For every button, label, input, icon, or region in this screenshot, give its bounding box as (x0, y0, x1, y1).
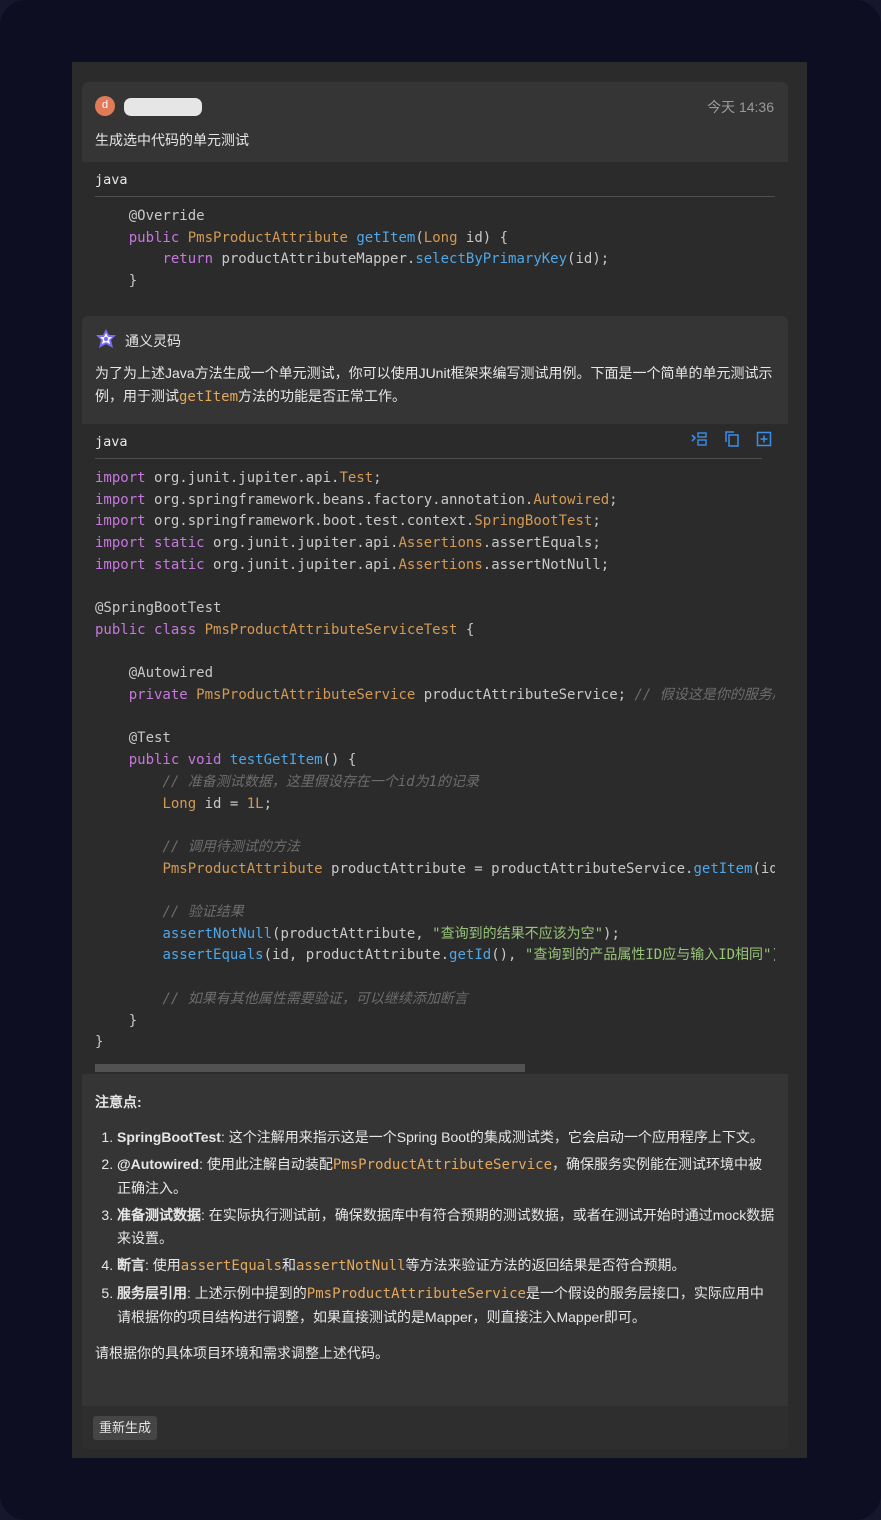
note-item: 准备测试数据: 在实际执行测试前，确保数据库中有符合预期的测试数据，或者在测试开… (117, 1204, 775, 1250)
user-code-content: @Override public PmsProductAttribute get… (128, 208, 610, 290)
user-prompt-text: 生成选中代码的单元测试 (95, 132, 249, 148)
note-text: : 上述示例中提到的 (187, 1285, 307, 1301)
note-bold: 服务层引用 (117, 1285, 187, 1301)
note-text: : 在实际执行测试前，确保数据库中有符合预期的测试数据，或者在测试开始时通过mo… (117, 1207, 775, 1246)
note-inline-code: assertEquals (180, 1258, 282, 1274)
code-header-divider (95, 458, 762, 459)
message-timestamp: 今天 14:36 (707, 99, 774, 115)
message-action-bar: 重新生成 (82, 1406, 788, 1449)
assistant-intro-text: 为了为上述Java方法生成一个单元测试，你可以使用JUnit框架来编写测试用例。… (95, 362, 775, 408)
note-item: SpringBootTest: 这个注解用来指示这是一个Spring Boot的… (117, 1126, 775, 1149)
code-toolbar (680, 430, 773, 453)
note-text: 和 (281, 1257, 296, 1273)
note-bold: 准备测试数据 (117, 1207, 201, 1223)
code-language-label: java (95, 172, 128, 188)
note-item: @Autowired: 使用此注解自动装配PmsProductAttribute… (117, 1153, 775, 1200)
note-inline-code: PmsProductAttributeService (332, 1157, 553, 1173)
note-text: : 使用 (145, 1257, 181, 1273)
note-bold: @Autowired (117, 1156, 200, 1172)
note-text: 等方法来验证方法的返回结果是否符合预期。 (405, 1257, 686, 1273)
insert-icon[interactable] (690, 430, 708, 448)
code-language-label: java (95, 434, 128, 450)
intro-text-suffix: 方法的功能是否正常工作。 (238, 387, 407, 404)
scrollbar-thumb[interactable] (95, 1064, 525, 1072)
notes-title: 注意点: (95, 1094, 142, 1110)
user-code-block: java @Override public PmsProductAttribut… (82, 162, 788, 304)
note-bold: SpringBootTest (117, 1129, 221, 1145)
notes-section: 注意点: SpringBootTest: 这个注解用来指示这是一个Spring … (95, 1092, 775, 1363)
copy-icon[interactable] (723, 430, 741, 448)
assistant-code-content: import org.junit.jupiter.api.Test; impor… (95, 470, 775, 1051)
note-text: : 使用此注解自动装配 (199, 1156, 333, 1172)
note-bold: 断言 (117, 1257, 145, 1273)
user-avatar: d (95, 96, 115, 116)
assistant-message-card: 通义灵码 为了为上述Java方法生成一个单元测试，你可以使用JUnit框架来编写… (82, 316, 788, 1449)
user-message-card: d 今天 14:36 生成选中代码的单元测试 java @Override pu… (82, 82, 788, 304)
assistant-name: 通义灵码 (125, 333, 181, 349)
notes-list: SpringBootTest: 这个注解用来指示这是一个Spring Boot的… (95, 1126, 775, 1329)
code-header-divider (95, 196, 775, 197)
tongyi-logo-icon (96, 329, 116, 348)
intro-inline-code: getItem (179, 388, 239, 405)
code-horizontal-scrollbar[interactable] (95, 1064, 775, 1074)
assistant-code-block: java import org.junit.jupiter.api.Test; … (82, 424, 788, 1074)
code-viewport[interactable]: java import org.junit.jupiter.api.Test; … (82, 424, 775, 1074)
chat-panel: d 今天 14:36 生成选中代码的单元测试 java @Override pu… (72, 62, 807, 1458)
closing-text: 请根据你的具体项目环境和需求调整上述代码。 (95, 1345, 389, 1361)
note-text: : 这个注解用来指示这是一个Spring Boot的集成测试类，它会启动一个应用… (220, 1129, 764, 1145)
regenerate-button[interactable]: 重新生成 (93, 1416, 158, 1440)
note-inline-code: PmsProductAttributeService (306, 1286, 526, 1302)
note-item: 断言: 使用assertEquals和assertNotNull等方法来验证方法… (117, 1254, 775, 1278)
user-name-redacted (124, 98, 202, 116)
new-file-icon[interactable] (755, 430, 773, 448)
note-item: 服务层引用: 上述示例中提到的PmsProductAttributeServic… (117, 1282, 775, 1329)
note-inline-code: assertNotNull (295, 1258, 406, 1274)
